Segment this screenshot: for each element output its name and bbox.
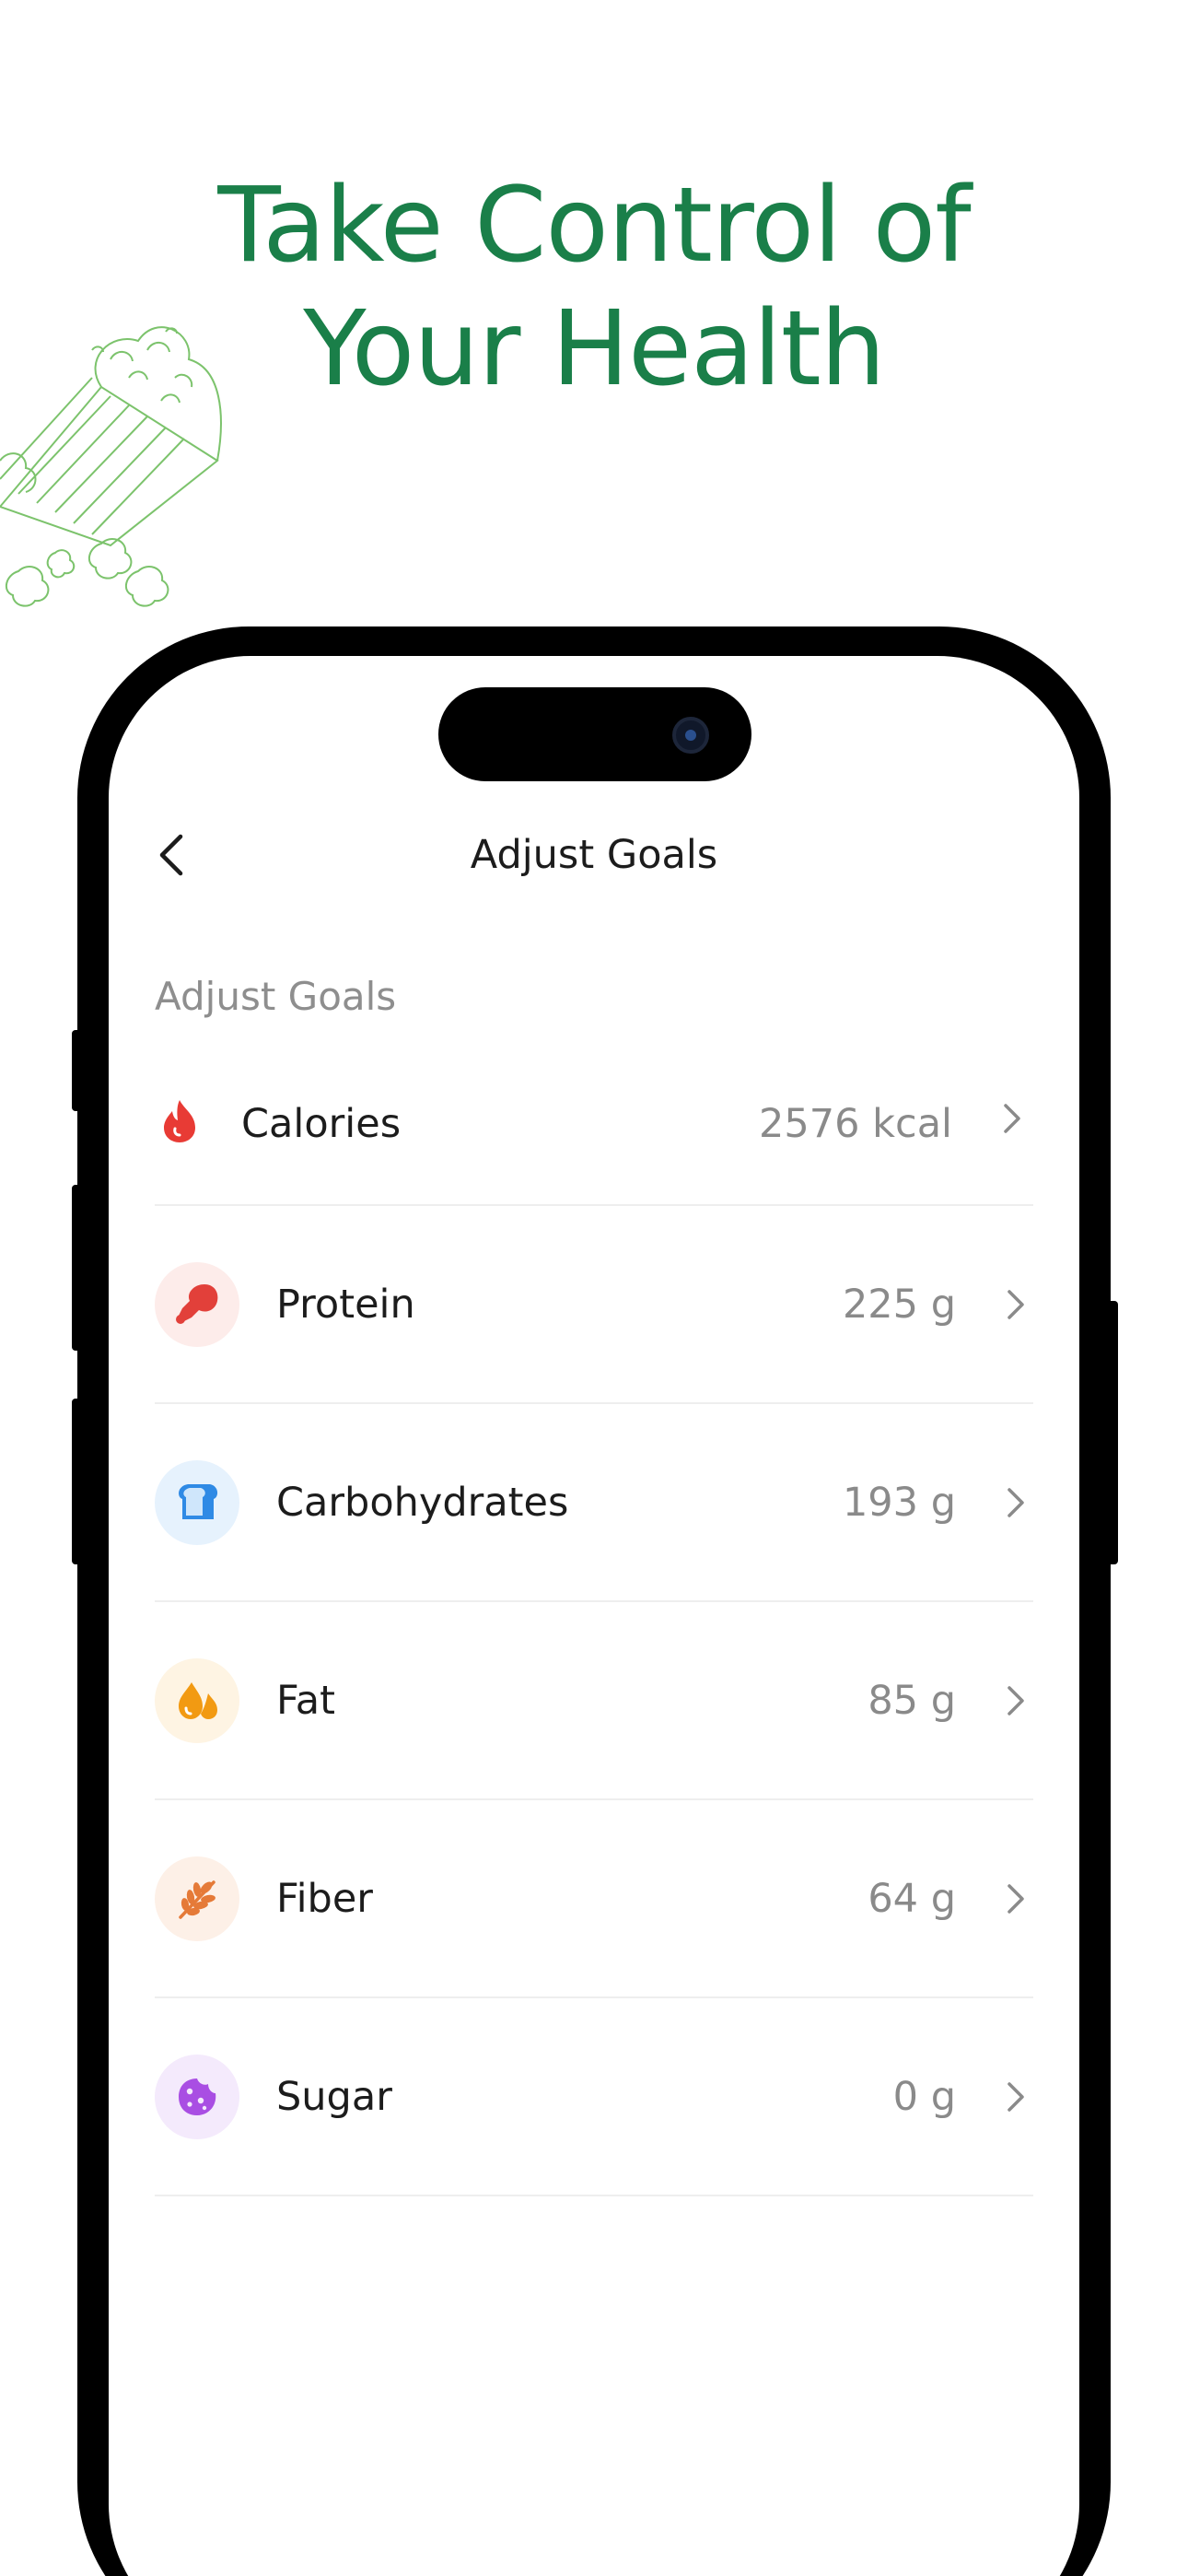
page-title: Adjust Goals bbox=[470, 832, 718, 878]
goal-value: 0 g bbox=[892, 2074, 956, 2120]
carbohydrates-icon-badge bbox=[155, 1460, 239, 1545]
goal-label: Protein bbox=[276, 1282, 415, 1328]
divider bbox=[155, 1600, 1033, 1602]
phone-screen bbox=[109, 656, 1079, 2576]
popcorn-illustration bbox=[0, 326, 222, 607]
headline-line-1: Take Control of bbox=[217, 166, 971, 286]
goal-value: 225 g bbox=[842, 1282, 956, 1328]
goal-row-protein[interactable]: Protein 225 g bbox=[155, 1262, 1033, 1347]
divider bbox=[155, 1402, 1033, 1404]
divider bbox=[155, 1204, 1033, 1206]
chevron-left-icon[interactable] bbox=[147, 825, 203, 884]
goal-row-calories[interactable]: Calories 2576 kcal bbox=[155, 1087, 1033, 1161]
goal-value: 193 g bbox=[842, 1480, 956, 1526]
goal-value: 85 g bbox=[868, 1678, 956, 1724]
chevron-right-icon bbox=[1007, 1884, 1024, 1914]
chevron-right-icon bbox=[1007, 1686, 1024, 1715]
goal-row-fat[interactable]: Fat 85 g bbox=[155, 1658, 1033, 1743]
divider bbox=[155, 1798, 1033, 1800]
wheat-icon bbox=[179, 1880, 215, 1919]
cookie-icon bbox=[179, 2078, 216, 2115]
drumstick-icon bbox=[176, 1284, 218, 1324]
bread-icon bbox=[179, 1484, 218, 1519]
goal-label: Fat bbox=[276, 1678, 335, 1724]
goal-row-sugar[interactable]: Sugar 0 g bbox=[155, 2055, 1033, 2139]
goal-value: 64 g bbox=[868, 1876, 956, 1922]
goal-label: Sugar bbox=[276, 2074, 392, 2120]
front-camera bbox=[672, 717, 709, 754]
goal-label: Fiber bbox=[276, 1876, 373, 1922]
section-label: Adjust Goals bbox=[155, 974, 397, 1019]
fiber-icon-badge bbox=[155, 1856, 239, 1941]
goal-label: Carbohydrates bbox=[276, 1480, 569, 1526]
goal-label: Calories bbox=[241, 1101, 402, 1147]
fat-icon-badge bbox=[155, 1658, 239, 1743]
promo-page: Take Control of Your Health Adjust Goals… bbox=[0, 0, 1188, 2576]
flame-icon bbox=[164, 1100, 195, 1142]
chevron-right-icon bbox=[1007, 2082, 1024, 2112]
chevron-right-icon bbox=[1007, 1488, 1024, 1517]
goal-row-carbohydrates[interactable]: Carbohydrates 193 g bbox=[155, 1460, 1033, 1545]
chevron-right-icon bbox=[1007, 1290, 1024, 1319]
goal-value: 2576 kcal bbox=[759, 1101, 952, 1147]
sugar-icon-badge bbox=[155, 2055, 239, 2139]
chevron-right-icon bbox=[1004, 1104, 1020, 1133]
goal-row-fiber[interactable]: Fiber 64 g bbox=[155, 1856, 1033, 1941]
divider bbox=[155, 2195, 1033, 2196]
divider bbox=[155, 1996, 1033, 1998]
protein-icon-badge bbox=[155, 1262, 239, 1347]
oil-drops-icon bbox=[179, 1682, 217, 1719]
